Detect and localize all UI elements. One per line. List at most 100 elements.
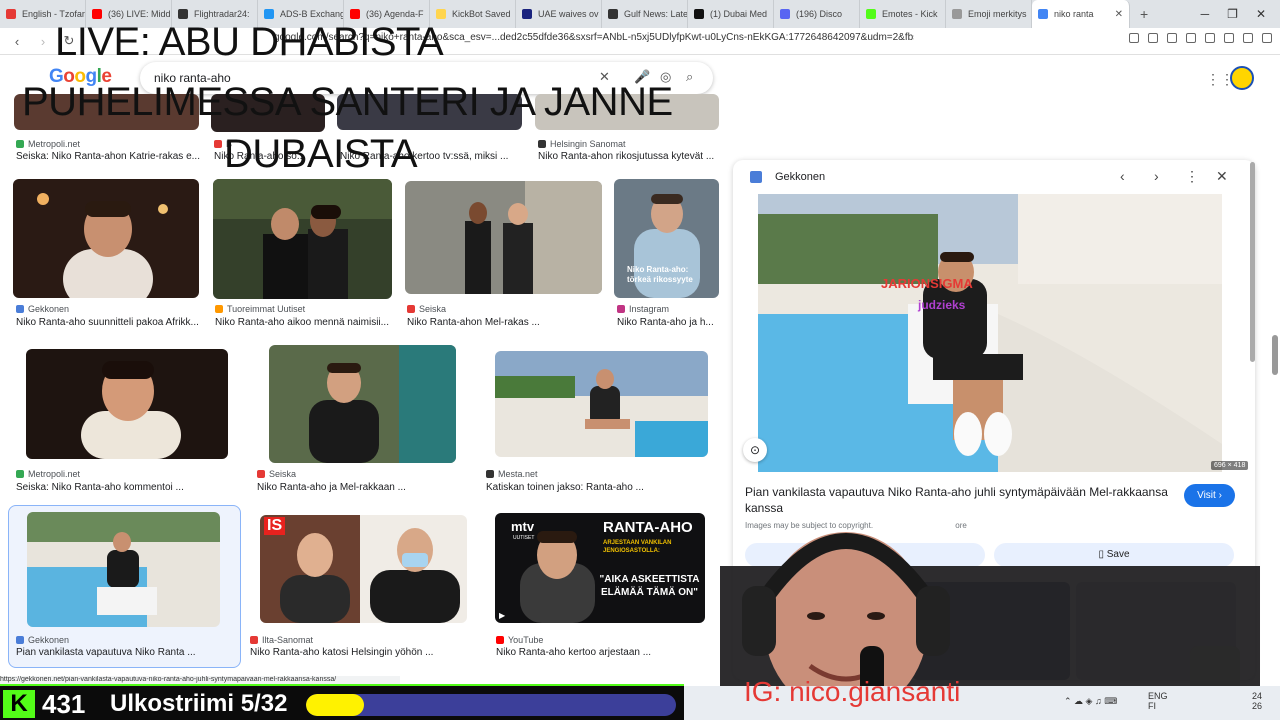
result-thumbnail[interactable]	[26, 349, 228, 459]
favicon-icon	[215, 305, 223, 313]
result-thumbnail[interactable]	[27, 512, 220, 627]
restore-icon[interactable]: ❐	[1227, 7, 1238, 21]
result-source: Seiska	[257, 469, 296, 479]
tab-favicon-icon	[350, 9, 360, 19]
avatar[interactable]	[1230, 66, 1254, 90]
result-source: Helsingin Sanomat	[538, 139, 626, 149]
stream-title: Ulkostriimi 5/32	[110, 690, 288, 717]
result-thumbnail[interactable]: mtv UUTISET RANTA-AHO ARJESTAAN VANKILAN…	[495, 513, 705, 623]
language-indicator[interactable]: ENG FI	[1148, 691, 1168, 711]
next-icon[interactable]: ›	[1154, 168, 1159, 184]
browser-tab[interactable]: UAE waives ov	[516, 0, 602, 28]
result-thumbnail[interactable]	[495, 351, 708, 457]
tab-favicon-icon	[92, 9, 102, 19]
tab-label: Emoji merkitys	[968, 9, 1027, 19]
clock[interactable]: 24 26	[1252, 691, 1262, 711]
favicon-icon	[538, 140, 546, 148]
result-caption[interactable]: Niko Ranta-ahon Mel-rakas ...	[407, 317, 602, 328]
result-caption[interactable]: Seiska: Niko Ranta-ahon Katrie-rakas e..…	[16, 151, 201, 162]
result-caption[interactable]: Niko Ranta-aho ja Mel-rakkaan ...	[257, 482, 467, 493]
favicon-icon	[617, 305, 625, 313]
tab-label: UAE waives ov	[538, 9, 599, 19]
browser-tab[interactable]: (196) Disco	[774, 0, 860, 28]
result-caption[interactable]: Seiska: Niko Ranta-aho kommentoi ...	[16, 482, 226, 493]
kick-logo: K	[3, 690, 35, 718]
result-thumbnail[interactable]	[269, 345, 456, 463]
result-caption[interactable]: Niko Ranta-aho ja h...	[617, 317, 721, 328]
preview-image[interactable]: JARIONSIGMA judzieks	[758, 194, 1222, 472]
browser-tab[interactable]: Emotes - Kick	[860, 0, 946, 28]
menu-icon[interactable]	[1262, 33, 1272, 43]
tab-label: English - Tzofar	[22, 9, 85, 19]
tab-favicon-icon	[608, 9, 618, 19]
new-tab-button[interactable]: +	[1140, 6, 1148, 22]
panel-scrollbar[interactable]	[1250, 162, 1255, 362]
result-thumbnail[interactable]	[13, 179, 199, 298]
back-icon[interactable]: ‹	[8, 34, 26, 49]
minimize-icon[interactable]: ─	[1201, 7, 1210, 21]
is-logo: IS	[264, 517, 286, 535]
downloads-icon[interactable]	[1167, 33, 1177, 43]
extension-icon[interactable]	[1129, 33, 1139, 43]
photo-man-night-icon	[13, 179, 199, 298]
favicon-icon	[496, 636, 504, 644]
page-scrollbar[interactable]	[1272, 335, 1278, 375]
result-thumbnail[interactable]	[213, 179, 392, 299]
result-caption[interactable]: Niko Ranta-aho kertoo arjestaan ...	[496, 647, 718, 658]
panel-site-name[interactable]: Gekkonen	[775, 171, 825, 183]
result-source: Metropoli.net	[16, 139, 80, 149]
shield-icon[interactable]	[1243, 33, 1253, 43]
media-icon[interactable]	[1186, 33, 1196, 43]
more-options-icon[interactable]: ⋮	[1185, 168, 1199, 185]
result-thumbnail[interactable]	[405, 181, 602, 294]
tab-label: (196) Disco	[796, 9, 843, 19]
result-caption[interactable]: Niko Ranta-aho suunnitteli pakoa Afrikk.…	[16, 317, 202, 328]
tab-label: ADS-B Exchang	[280, 9, 344, 19]
close-tab-icon[interactable]: ✕	[1115, 9, 1123, 20]
browser-tab[interactable]: Emoji merkitys	[946, 0, 1032, 28]
forward-icon[interactable]: ›	[34, 34, 52, 49]
gekkonen-favicon-icon	[750, 171, 762, 183]
favicon-icon	[16, 140, 24, 148]
result-thumbnail[interactable]: Niko Ranta-aho: törkeä rikossyyte	[614, 179, 719, 298]
browser-tab[interactable]: niko ranta ✕	[1032, 0, 1130, 28]
photo-man-pool-chair-large-icon	[758, 194, 1222, 472]
close-window-icon[interactable]: ✕	[1256, 7, 1266, 21]
favicon-icon	[16, 636, 24, 644]
sidebar-icon[interactable]	[1148, 33, 1158, 43]
clock-time: 24	[1252, 691, 1263, 701]
tab-favicon-icon	[694, 9, 704, 19]
photo-couple-street-icon	[405, 181, 602, 294]
lang-primary: ENG	[1148, 691, 1168, 701]
stream-overlay-line-3: DUBAISTA	[224, 132, 418, 176]
previous-icon[interactable]: ‹	[1120, 168, 1125, 184]
thumbnail-title: RANTA-AHO	[603, 519, 693, 536]
result-caption[interactable]: Niko Ranta-ahon rikosjutussa kytevät ...	[538, 151, 723, 162]
result-thumbnail[interactable]: IS	[260, 515, 467, 623]
window-controls: ─ ❐ ✕	[1201, 7, 1280, 21]
play-icon: ▶	[499, 611, 506, 620]
browser-tab[interactable]: Gulf News: Late	[602, 0, 688, 28]
favicon-icon	[16, 305, 24, 313]
tab-label: KickBot Saved	[452, 9, 511, 19]
result-source: Ilta-Sanomat	[250, 635, 313, 645]
collections-icon[interactable]	[1224, 33, 1234, 43]
result-caption[interactable]: Katiskan toinen jakso: Ranta-aho ...	[486, 482, 716, 493]
stream-info-bar: K 431 Ulkostriimi 5/32	[0, 684, 684, 720]
tab-favicon-icon	[178, 9, 188, 19]
browser-tab[interactable]: (1) Dubai Med	[688, 0, 774, 28]
tray-icons[interactable]: ⌃ ☁ ◈ ♫ ⌨	[1064, 696, 1117, 707]
search-icon[interactable]: ⌕	[686, 69, 693, 85]
tab-favicon-icon	[264, 9, 274, 19]
result-caption[interactable]: Niko Ranta-aho aikoo mennä naimisii...	[215, 317, 393, 328]
result-caption[interactable]: Niko Ranta-aho katosi Helsingin yöhön ..…	[250, 647, 470, 658]
photo-man-pool-icon	[495, 351, 708, 457]
lens-search-icon[interactable]: ⊙	[743, 438, 767, 462]
close-icon[interactable]: ✕	[1216, 168, 1228, 185]
thumbnail-quote: "AIKA ASKEETTISTA ELÄMÄÄ TÄMÄ ON"	[599, 574, 700, 598]
favorites-icon[interactable]	[1205, 33, 1215, 43]
tab-label: Gulf News: Late	[624, 9, 688, 19]
viewer-count: 431	[42, 689, 86, 719]
result-caption[interactable]: Pian vankilasta vapautuva Niko Ranta ...	[16, 647, 234, 658]
photo-man-pool-chair-icon	[27, 512, 220, 627]
